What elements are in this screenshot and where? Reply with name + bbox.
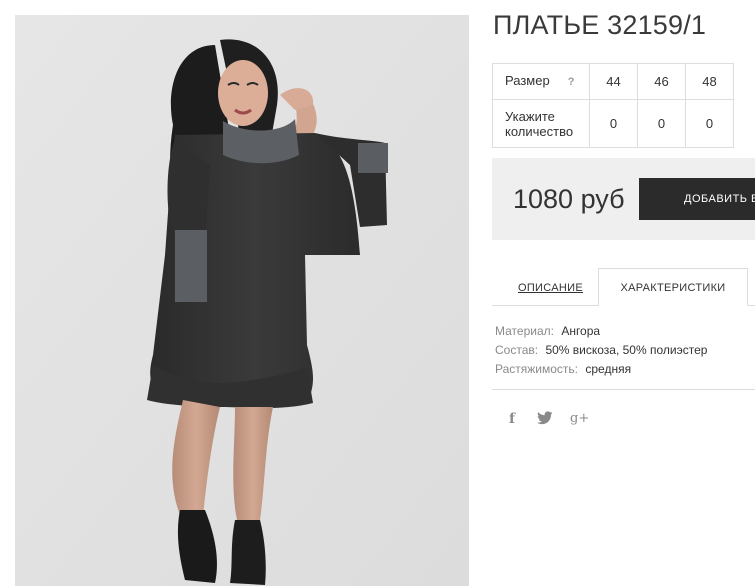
twitter-bird-icon	[537, 411, 553, 425]
size-help-icon[interactable]: ?	[568, 76, 575, 88]
size-row: Размер? 44 46 48	[492, 63, 734, 100]
property-value: 50% вискоза, 50% полиэстер	[545, 343, 708, 357]
property-material: Материал: Ангора	[495, 323, 707, 342]
property-key: Состав:	[495, 343, 539, 357]
quantity-input-44[interactable]: 0	[589, 99, 638, 148]
add-to-cart-label: ДОБАВИТЬ В КОРЗИНУ	[684, 193, 755, 205]
size-quantity-table: Размер? 44 46 48 Укажите количество 0 0 …	[492, 63, 734, 148]
tab-description[interactable]: ОПИСАНИЕ	[518, 282, 583, 294]
googleplus-icon[interactable]: g+	[570, 411, 589, 429]
property-value: Ангора	[561, 324, 601, 338]
product-tabs: ОПИСАНИЕ ХАРАКТЕРИСТИКИ	[492, 268, 755, 306]
property-key: Растяжимость:	[495, 362, 579, 376]
tab-characteristics[interactable]: ХАРАКТЕРИСТИКИ	[598, 268, 748, 306]
social-share: f g+	[509, 411, 589, 429]
size-44: 44	[589, 63, 638, 100]
size-46: 46	[637, 63, 686, 100]
size-48: 48	[685, 63, 734, 100]
property-stretch: Растяжимость: средняя	[495, 361, 707, 380]
characteristics-list: Материал: Ангора Состав: 50% вискоза, 50…	[495, 323, 707, 380]
facebook-icon[interactable]: f	[509, 411, 537, 429]
size-label: Размер	[505, 73, 550, 88]
quantity-label-line1: Укажите	[505, 108, 555, 124]
quantity-input-46[interactable]: 0	[637, 99, 686, 148]
twitter-icon[interactable]	[537, 411, 570, 429]
quantity-label: Укажите количество	[492, 99, 590, 148]
quantity-label-line2: количество	[505, 123, 574, 139]
section-divider	[492, 389, 755, 390]
quantity-input-48[interactable]: 0	[685, 99, 734, 148]
property-composition: Состав: 50% вискоза, 50% полиэстер	[495, 342, 707, 361]
property-value: средняя	[585, 362, 632, 376]
product-photo[interactable]	[15, 15, 469, 586]
quantity-row: Укажите количество 0 0 0	[492, 99, 734, 148]
add-to-cart-button[interactable]: ДОБАВИТЬ В КОРЗИНУ	[639, 178, 755, 220]
price: 1080 руб	[513, 184, 625, 214]
property-key: Материал:	[495, 324, 554, 338]
product-title: ПЛАТЬЕ 32159/1	[493, 10, 707, 40]
price-box: 1080 руб ДОБАВИТЬ В КОРЗИНУ	[492, 158, 755, 240]
size-label-cell: Размер?	[492, 63, 590, 100]
